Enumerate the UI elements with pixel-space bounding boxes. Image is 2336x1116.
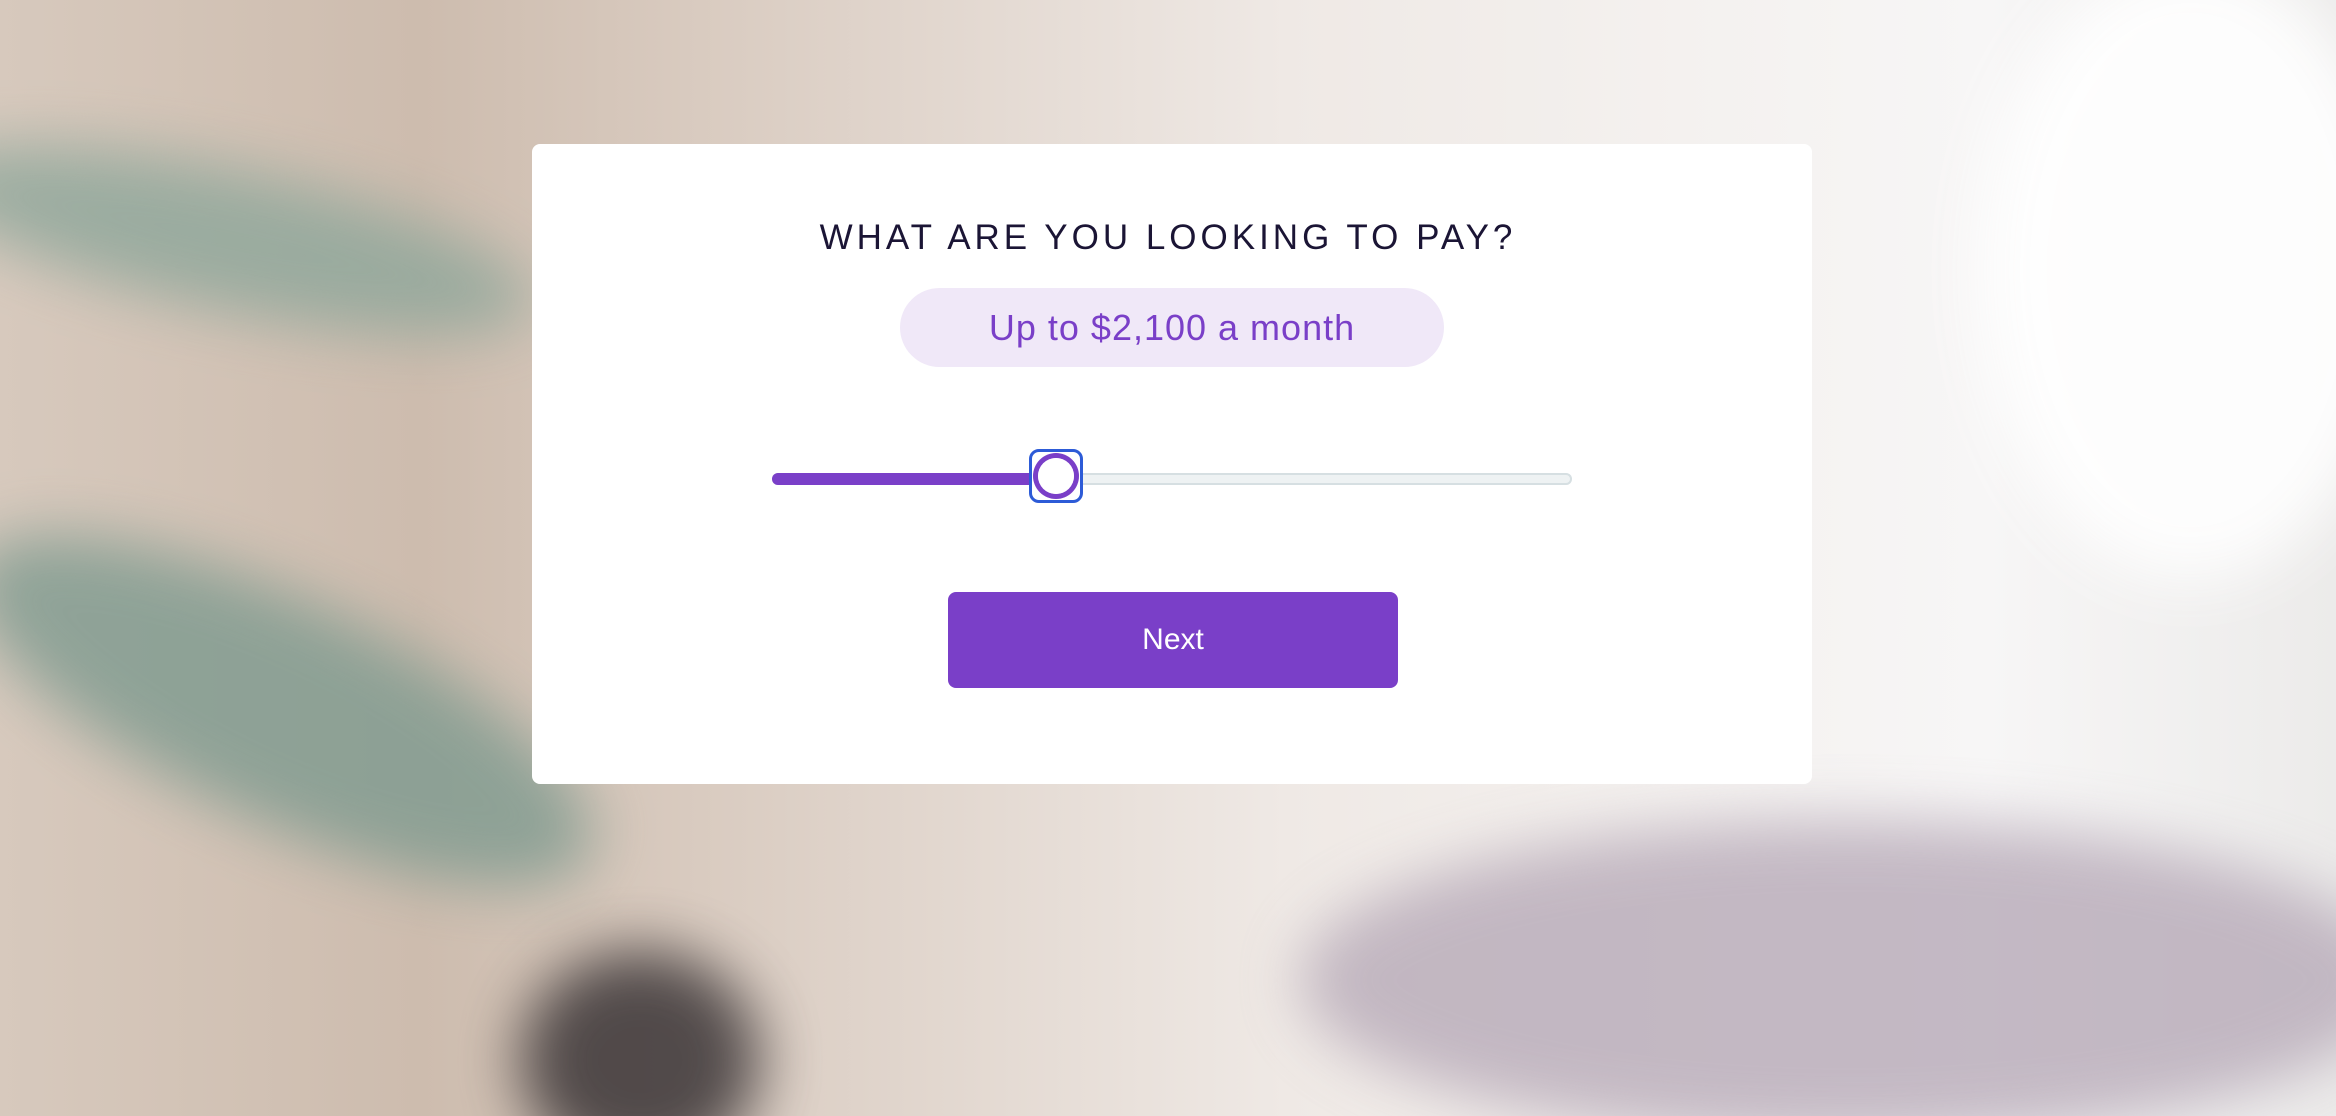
dark-pot-shape [520,950,760,1116]
budget-slider[interactable] [772,449,1572,509]
budget-value-label: Up to $2,100 a month [988,306,1356,348]
book-shape [1300,820,2336,1116]
next-button[interactable]: Next [948,592,1398,688]
slider-fill [772,473,1056,485]
slider-thumb[interactable] [1029,449,1083,503]
window-light-shape [1980,0,2336,580]
budget-value-pill: Up to $2,100 a month [900,288,1444,367]
slider-knob [1033,453,1079,499]
question-title: WHAT ARE YOU LOOKING TO PAY? [819,218,1517,257]
